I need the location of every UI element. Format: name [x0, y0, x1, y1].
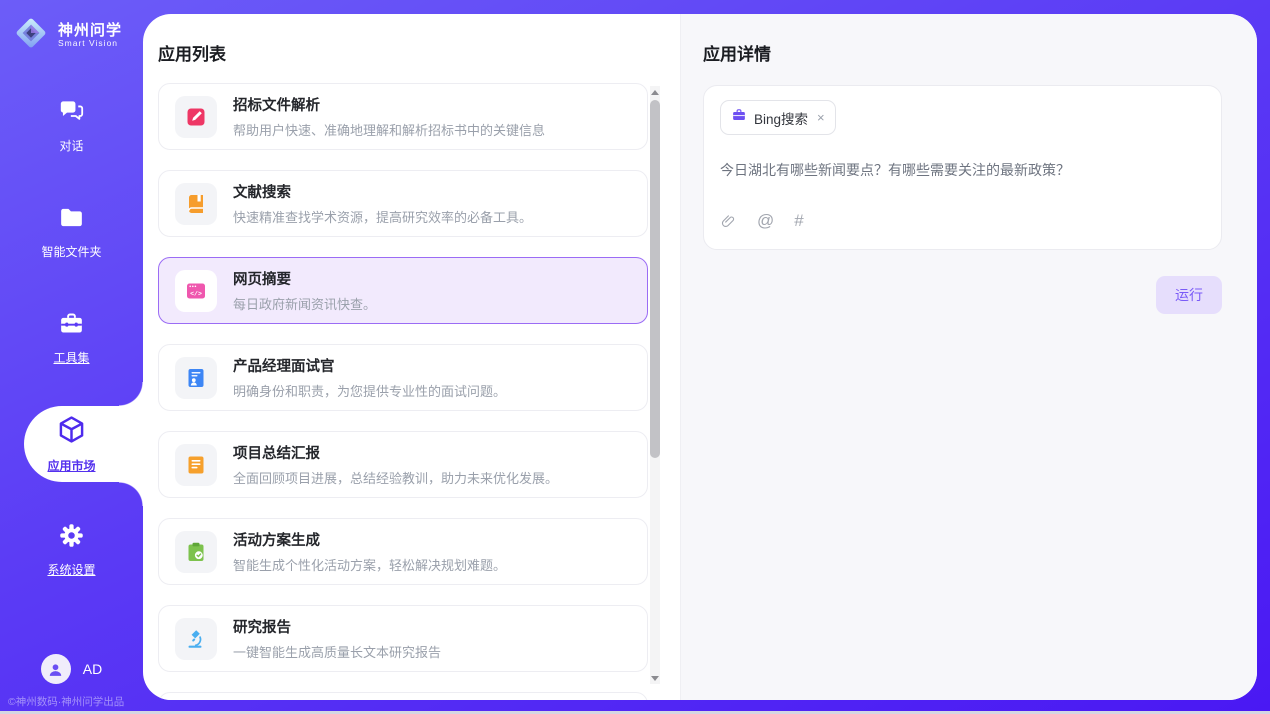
app-name: 文献搜索 [233, 181, 532, 202]
hash-icon[interactable]: # [794, 211, 803, 231]
user-account[interactable]: AD [0, 654, 143, 684]
app-card-project-summary[interactable]: 项目总结汇报 全面回顾项目进展，总结经验教训，助力未来优化发展。 [158, 431, 648, 498]
sidebar-item-toolset[interactable]: 工具集 [0, 285, 143, 391]
summary-doc-icon [175, 444, 217, 486]
paperclip-icon[interactable] [720, 213, 737, 230]
copyright-text: ©神州数码·神州问学出品 [8, 694, 124, 709]
sidebar-item-chat[interactable]: 对话 [0, 73, 143, 179]
app-name: 项目总结汇报 [233, 442, 558, 463]
app-list: 招标文件解析 帮助用户快速、准确地理解和解析招标书中的关键信息 文献搜索 快速精… [158, 83, 648, 700]
app-card-literature-search[interactable]: 文献搜索 快速精准查找学术资源，提高研究效率的必备工具。 [158, 170, 648, 237]
sidebar-item-app-market[interactable]: 应用市场 [0, 391, 143, 497]
chat-icon [58, 98, 85, 130]
list-scrollbar[interactable] [650, 86, 660, 684]
toolbox-icon [58, 310, 85, 342]
sidebar-item-settings[interactable]: 系统设置 [0, 497, 143, 603]
svg-text:</>: </> [190, 290, 202, 297]
briefcase-icon [731, 107, 747, 128]
scroll-down-icon[interactable] [650, 672, 660, 684]
close-icon[interactable]: × [817, 111, 825, 124]
prompt-card[interactable]: Bing搜索 × 今日湖北有哪些新闻要点？有哪些需要关注的最新政策？ @ # [703, 85, 1222, 250]
app-desc: 每日政府新闻资讯快查。 [233, 294, 376, 313]
literature-book-icon [175, 183, 217, 225]
app-desc: 一键智能生成高质量长文本研究报告 [233, 642, 441, 661]
webpage-code-icon: </> [175, 270, 217, 312]
app-name: 网页摘要 [233, 268, 376, 289]
sidebar-item-label: 系统设置 [47, 561, 95, 578]
app-name: 活动方案生成 [233, 529, 506, 550]
sidebar-item-label: 应用市场 [47, 457, 95, 474]
app-card-research-report[interactable]: 研究报告 一键智能生成高质量长文本研究报告 [158, 605, 648, 672]
cube-icon [56, 414, 87, 450]
tool-tag-label: Bing搜索 [754, 108, 808, 128]
sidebar-item-label: 工具集 [53, 349, 89, 366]
scrollbar-thumb[interactable] [650, 100, 660, 458]
brand-diamond-icon [10, 12, 52, 59]
app-desc: 帮助用户快速、准确地理解和解析招标书中的关键信息 [233, 120, 545, 139]
sidebar-nav: 对话 智能文件夹 工具集 [0, 73, 143, 603]
app-card-lesson-plan[interactable]: 教案生成 模板驱动，教案秒成，教学准备从此轻松快捷 [158, 692, 648, 700]
app-desc: 智能生成个性化活动方案，轻松解决规划难题。 [233, 555, 506, 574]
sidebar-item-label: 智能文件夹 [41, 243, 101, 260]
sidebar-item-label: 对话 [59, 137, 83, 154]
app-card-pm-interviewer[interactable]: 产品经理面试官 明确身份和职责，为您提供专业性的面试问题。 [158, 344, 648, 411]
app-list-panel: 应用列表 招标文件解析 帮助用户快速、准确地理解和解析招标书中的关键信息 [143, 14, 680, 700]
sidebar: 神州问学 Smart Vision 对话 智能文件夹 [0, 0, 143, 714]
brand-logo: 神州问学 Smart Vision [0, 0, 143, 59]
app-detail-title: 应用详情 [703, 40, 1222, 65]
tender-parse-icon [175, 96, 217, 138]
clipboard-check-icon [175, 531, 217, 573]
composer-toolbar: @ # [720, 211, 1205, 231]
tool-tag-bing-search[interactable]: Bing搜索 × [720, 100, 836, 135]
mention-icon[interactable]: @ [757, 211, 774, 231]
app-desc: 全面回顾项目进展，总结经验教训，助力未来优化发展。 [233, 468, 558, 487]
app-detail-panel: 应用详情 Bing搜索 × 今日湖北有哪些新闻要点？有哪些需要关注的最新政策？ [680, 14, 1257, 700]
app-desc: 明确身份和职责，为您提供专业性的面试问题。 [233, 381, 506, 400]
app-card-tender-parse[interactable]: 招标文件解析 帮助用户快速、准确地理解和解析招标书中的关键信息 [158, 83, 648, 150]
interviewer-doc-icon [175, 357, 217, 399]
main-content: 应用列表 招标文件解析 帮助用户快速、准确地理解和解析招标书中的关键信息 [143, 14, 1257, 700]
query-text[interactable]: 今日湖北有哪些新闻要点？有哪些需要关注的最新政策？ [720, 160, 1205, 180]
app-name: 产品经理面试官 [233, 355, 506, 376]
microscope-icon [175, 618, 217, 660]
sidebar-item-smart-folders[interactable]: 智能文件夹 [0, 179, 143, 285]
app-card-activity-plan[interactable]: 活动方案生成 智能生成个性化活动方案，轻松解决规划难题。 [158, 518, 648, 585]
folder-icon [58, 204, 85, 236]
run-button[interactable]: 运行 [1156, 276, 1222, 314]
brand-name: 神州问学 [58, 23, 122, 40]
app-desc: 快速精准查找学术资源，提高研究效率的必备工具。 [233, 207, 532, 226]
brand-subtitle: Smart Vision [58, 39, 122, 48]
app-name: 研究报告 [233, 616, 441, 637]
gear-icon [58, 522, 85, 554]
scroll-up-icon[interactable] [650, 86, 660, 98]
user-name: AD [83, 661, 102, 677]
avatar [41, 654, 71, 684]
app-list-title: 应用列表 [158, 40, 680, 65]
app-name: 招标文件解析 [233, 94, 545, 115]
app-card-web-summary[interactable]: </> 网页摘要 每日政府新闻资讯快查。 [158, 257, 648, 324]
